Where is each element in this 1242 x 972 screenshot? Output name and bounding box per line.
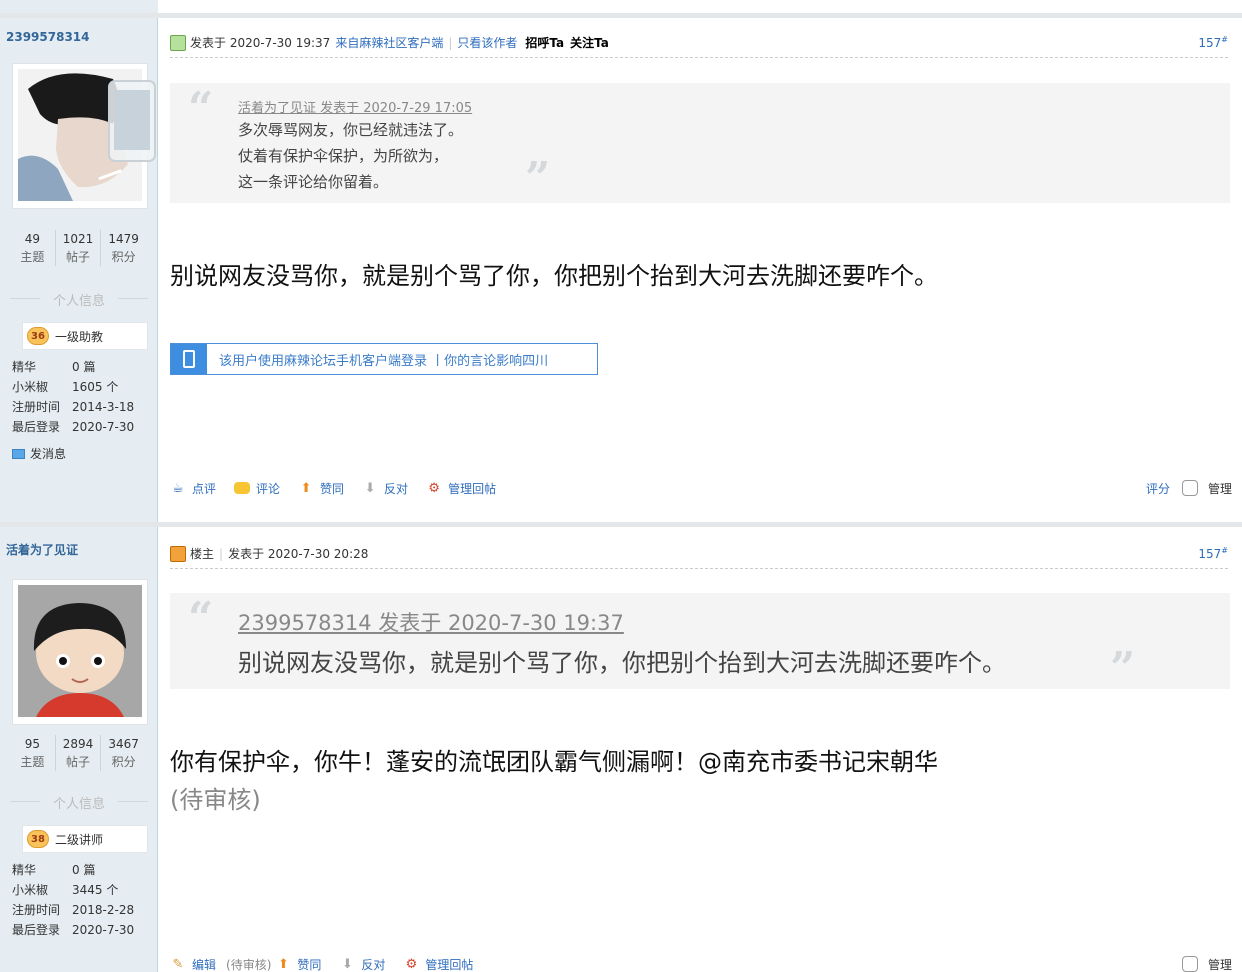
client-source-link[interactable]: 来自麻辣社区客户端 [335, 34, 443, 51]
reply-comment-button[interactable]: 评论 [234, 480, 280, 497]
send-message-link[interactable]: 发消息 [12, 445, 66, 462]
rank-title: 二级讲师 [55, 832, 104, 847]
manage-reply-button[interactable]: ⚙ 管理回帖 [403, 956, 474, 972]
rank-title: 一级助教 [55, 329, 104, 344]
gear-icon: ⚙ [405, 956, 418, 972]
post-time: 发表于 2020-7-30 20:28 [228, 547, 369, 561]
close-quote-icon: ” [1110, 643, 1136, 694]
stat-topics[interactable]: 95 主题 [10, 735, 55, 771]
profile-fields: 精华 0 篇 小米椒 3445 个 注册时间 2018-2-28 最后登录 2020-7… [12, 863, 135, 937]
manage-checkbox[interactable] [1181, 480, 1198, 496]
post-header: 发表于 2020-7-30 19:37 来自麻辣社区客户端 | 只看该作者 招呼… [170, 28, 1228, 58]
post-actions: ✎ 编辑 (待审核) ⬆ 赞同 ⬇ 反对 ⚙ 管理回帖 管理 [170, 952, 1232, 972]
user-rank: 36 一级助教 [22, 322, 148, 350]
arrow-up-icon: ⬆ [300, 480, 312, 496]
floor-number[interactable]: 157# [1198, 35, 1228, 50]
post-time: 发表于 2020-7-30 19:37 [190, 36, 331, 50]
author-stats: 49 主题 1021 帖子 1479 积分 [10, 230, 146, 266]
author-stats: 95 主题 2894 帖子 3467 积分 [10, 735, 146, 771]
avatar[interactable] [18, 585, 142, 717]
post-message: 你有保护伞，你牛！蓬安的流氓团队霸气侧漏啊！@南充市委书记宋朝华 (待审核) [170, 743, 938, 819]
online-status-icon [170, 34, 186, 51]
user-rank: 38 二级讲师 [22, 825, 148, 853]
quote-text: 别说网友没骂你，就是别个骂了你，你把别个抬到大河去洗脚还要咋个。 [238, 649, 1006, 677]
only-author-link[interactable]: 只看该作者 [457, 34, 517, 51]
open-quote-icon: “ [188, 593, 214, 644]
downvote-button[interactable]: ⬇ 反对 [339, 956, 385, 972]
profile-fields: 精华 0 篇 小米椒 1605 个 注册时间 2014-3-18 最后登录 2020-7… [12, 360, 135, 434]
post-reply: 活着为了见证 95 主题 2894 帖子 3467 积分 个人信息 38 二级讲… [0, 522, 1242, 972]
personal-info-header: 个人信息 [10, 290, 148, 309]
gear-icon: ⚙ [428, 480, 440, 496]
quote-block: “ 活着为了见证 发表于 2020-7-29 17:05 多次辱骂网友，你已经就… [170, 83, 1230, 204]
rank-badge: 36 [27, 327, 49, 345]
stat-topics[interactable]: 49 主题 [10, 230, 55, 266]
author-sidebar: 活着为了见证 95 主题 2894 帖子 3467 积分 个人信息 38 二级讲… [0, 527, 158, 972]
greet-link[interactable]: 招呼Ta [525, 34, 564, 51]
pencil-icon: ✎ [172, 956, 184, 972]
arrow-down-icon: ⬇ [341, 956, 353, 972]
floor-number[interactable]: 157# [1198, 546, 1228, 561]
follow-link[interactable]: 关注Ta [570, 34, 609, 51]
pending-review-label: (待审核) [170, 786, 261, 814]
close-quote-icon: ” [525, 153, 551, 204]
mobile-client-notice[interactable]: 该用户使用麻辣论坛手机客户端登录 丨你的言论影响四川 [170, 343, 598, 375]
upvote-button[interactable]: ⬆ 赞同 [275, 956, 321, 972]
comment-button[interactable]: ☕ 点评 [170, 480, 216, 497]
avatar-frame[interactable] [12, 579, 148, 725]
author-name[interactable]: 2399578314 [6, 30, 90, 44]
pending-review-small: (待审核) [226, 957, 272, 972]
coffee-cup-icon: ☕ [172, 480, 184, 496]
manage-checkbox[interactable] [1181, 956, 1198, 972]
author-sidebar: 2399578314 49 主题 1021 帖子 1479 积分 个人信息 36… [0, 18, 158, 527]
post-content-area: 楼主 | 发表于 2020-7-30 20:28 157# “ 23995783… [158, 527, 1242, 972]
quote-attribution[interactable]: 2399578314 发表于 2020-7-30 19:37 [238, 607, 624, 637]
post-actions: ☕ 点评 评论 ⬆ 赞同 ⬇ 反对 ⚙ 管理回帖 评分 管理 [170, 476, 1232, 500]
manage-label: 管理 [1207, 957, 1232, 972]
stat-points[interactable]: 1479 积分 [100, 230, 146, 266]
arrow-down-icon: ⬇ [364, 480, 376, 496]
post-content-area: 发表于 2020-7-30 19:37 来自麻辣社区客户端 | 只看该作者 招呼… [158, 18, 1242, 527]
manage-reply-button[interactable]: ⚙ 管理回帖 [426, 480, 496, 497]
quote-attribution[interactable]: 活着为了见证 发表于 2020-7-29 17:05 [238, 97, 472, 116]
personal-info-header: 个人信息 [10, 793, 148, 812]
upvote-button[interactable]: ⬆ 赞同 [298, 480, 344, 497]
quote-text: 多次辱骂网友，你已经就违法了。 仗着有保护伞保护，为所欲为， 这一条评论给你留着… [238, 121, 464, 191]
speech-bubble-icon [234, 482, 251, 494]
envelope-icon [12, 448, 25, 459]
thread-starter-icon [170, 545, 186, 562]
stat-posts[interactable]: 2894 帖子 [54, 735, 101, 771]
mobile-phone-icon [171, 344, 207, 374]
rate-button[interactable]: 评分 [1146, 480, 1170, 497]
rank-badge: 38 [27, 830, 49, 848]
post-admin-tools: 管理 [1181, 956, 1232, 972]
op-label: 楼主 [190, 547, 215, 561]
quote-block: “ 2399578314 发表于 2020-7-30 19:37 别说网友没骂你… [170, 593, 1230, 694]
open-quote-icon: “ [188, 83, 214, 134]
post-admin-tools: 评分 管理 [1146, 480, 1232, 497]
post-header: 楼主 | 发表于 2020-7-30 20:28 157# [170, 539, 1228, 569]
post-reply: 2399578314 49 主题 1021 帖子 1479 积分 个人信息 36… [0, 13, 1242, 527]
manage-label: 管理 [1207, 481, 1232, 496]
stat-points[interactable]: 3467 积分 [100, 735, 146, 771]
downvote-button[interactable]: ⬇ 反对 [362, 480, 408, 497]
edit-button[interactable]: ✎ 编辑 [170, 956, 216, 972]
stat-posts[interactable]: 1021 帖子 [54, 230, 101, 266]
apple-device-icon [108, 80, 156, 162]
arrow-up-icon: ⬆ [277, 956, 289, 972]
forum-thread-page: 2399578314 49 主题 1021 帖子 1479 积分 个人信息 36… [0, 0, 1242, 972]
post-message: 别说网友没骂你，就是别个骂了你，你把别个抬到大河去洗脚还要咋个。 [170, 262, 938, 290]
author-name[interactable]: 活着为了见证 [6, 541, 78, 558]
